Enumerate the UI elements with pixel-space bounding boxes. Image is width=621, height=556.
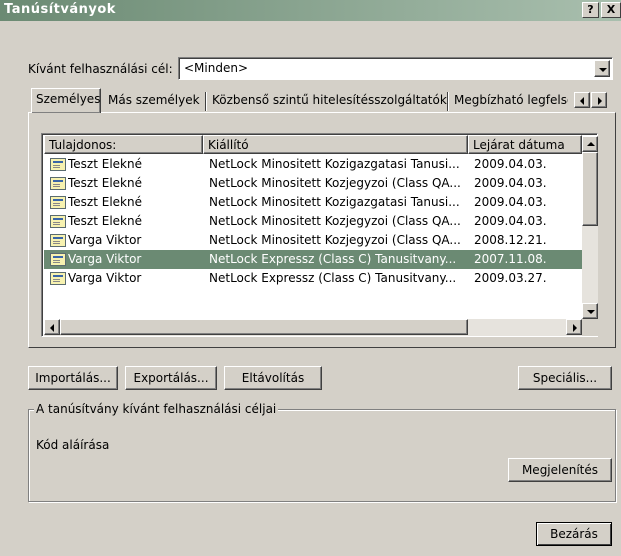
cell-expiry: 2009.04.03. <box>474 195 547 209</box>
table-row[interactable]: Teszt Elekné NetLock Minositett Kozigazga… <box>44 193 584 212</box>
scroll-up-button[interactable] <box>582 136 598 152</box>
cell-issuer: NetLock Expressz (Class C) Tanusitvany..… <box>209 252 457 266</box>
scroll-right-button[interactable] <box>566 319 582 335</box>
certificate-icon <box>50 215 66 228</box>
tab-trusted-root[interactable]: Megbízható legfelső <box>450 90 568 112</box>
chevron-down-icon <box>599 68 607 72</box>
horizontal-scroll-thumb[interactable] <box>60 319 468 335</box>
certificate-icon <box>50 158 66 171</box>
vertical-scroll-thumb[interactable] <box>582 152 598 226</box>
close-window-button[interactable]: X <box>601 2 621 18</box>
certificate-icon <box>50 234 66 247</box>
cell-owner: Teszt Elekné <box>68 176 142 190</box>
intended-purposes-value: Kód aláírása <box>36 438 110 452</box>
tab-label: Személyes <box>36 92 101 106</box>
table-row[interactable]: Teszt Elekné NetLock Minositett Kozjegyzo… <box>44 174 584 193</box>
chevron-right-icon <box>573 324 577 332</box>
cell-issuer: NetLock Minositett Kozigazgatasi Tanusi.… <box>209 157 460 171</box>
remove-button[interactable]: Eltávolítás <box>224 366 322 390</box>
cell-owner: Teszt Elekné <box>68 157 142 171</box>
list-horizontal-scrollbar[interactable] <box>44 319 582 336</box>
tab-label: Megbízható legfelső <box>454 93 568 107</box>
tab-separator <box>205 92 207 111</box>
tab-other-people[interactable]: Más személyek <box>104 90 204 112</box>
tab-intermediate-cas[interactable]: Közbenső szintű hitelesítésszolgáltatók <box>208 90 451 112</box>
purpose-combo[interactable]: <Minden> <box>178 57 613 80</box>
chevron-up-icon <box>587 142 595 146</box>
scroll-down-button[interactable] <box>582 303 598 319</box>
purpose-label: Kívánt felhasználási cél: <box>28 62 173 76</box>
chevron-down-icon <box>587 310 595 314</box>
scroll-left-button[interactable] <box>44 319 60 335</box>
table-row[interactable]: Varga Viktor NetLock Minositett Kozjegyzo… <box>44 231 584 250</box>
import-button[interactable]: Importálás... <box>28 366 118 390</box>
cell-expiry: 2009.04.03. <box>474 176 547 190</box>
scrollbar-corner <box>582 319 598 336</box>
cell-expiry: 2008.12.21. <box>474 233 547 247</box>
column-header-issuer[interactable]: Kiállító <box>203 135 468 154</box>
advanced-button[interactable]: Speciális... <box>518 366 612 390</box>
cell-issuer: NetLock Expressz (Class C) Tanusitvany..… <box>209 271 457 285</box>
purpose-value: <Minden> <box>184 61 249 75</box>
cell-owner: Varga Viktor <box>68 271 142 285</box>
tabs-scroll-right-button[interactable] <box>591 92 607 108</box>
cell-issuer: NetLock Minositett Kozjegyzoi (Class QA.… <box>209 176 461 190</box>
certificate-icon <box>50 177 66 190</box>
intended-purposes-group <box>28 409 616 502</box>
cell-owner: Teszt Elekné <box>68 195 142 209</box>
table-row[interactable]: Teszt Elekné NetLock Minositett Kozigazga… <box>44 155 584 174</box>
cell-expiry: 2009.04.03. <box>474 214 547 228</box>
cell-expiry: 2009.03.27. <box>474 271 547 285</box>
title-bar[interactable]: Tanúsítványok ? X <box>0 0 621 21</box>
column-header-owner[interactable]: Tulajdonos: <box>44 135 203 154</box>
column-header-expiry[interactable]: Lejárat dátuma <box>468 135 582 154</box>
tab-separator <box>447 92 449 111</box>
chevron-left-icon <box>580 97 584 105</box>
certificate-icon <box>50 196 66 209</box>
export-button[interactable]: Exportálás... <box>125 366 217 390</box>
cell-expiry: 2007.11.08. <box>474 252 547 266</box>
tabs-scroll-left-button[interactable] <box>574 92 590 108</box>
chevron-right-icon <box>598 97 602 105</box>
table-row[interactable]: Varga Viktor NetLock Expressz (Class C) T… <box>44 250 584 269</box>
close-button[interactable]: Bezárás <box>536 522 612 546</box>
tab-label: Közbenső szintű hitelesítésszolgáltatók <box>212 93 447 107</box>
tab-label: Más személyek <box>108 93 200 107</box>
cell-owner: Teszt Elekné <box>68 214 142 228</box>
table-row[interactable]: Teszt Elekné NetLock Minositett Kozjegyzo… <box>44 212 584 231</box>
help-button[interactable]: ? <box>582 2 599 18</box>
table-row[interactable]: Varga Viktor NetLock Expressz (Class C) T… <box>44 269 584 288</box>
view-button[interactable]: Megjelenítés <box>508 458 612 482</box>
cell-issuer: NetLock Minositett Kozjegyzoi (Class QA.… <box>209 233 461 247</box>
cell-issuer: NetLock Minositett Kozigazgatasi Tanusi.… <box>209 195 460 209</box>
tab-personal[interactable]: Személyes <box>31 88 101 113</box>
purpose-dropdown-button[interactable] <box>594 60 610 77</box>
cell-owner: Varga Viktor <box>68 233 142 247</box>
cell-owner: Varga Viktor <box>68 252 142 266</box>
certificate-list[interactable]: Tulajdonos: Kiállító Lejárat dátuma Tesz… <box>41 133 598 337</box>
certificate-icon <box>50 272 66 285</box>
list-vertical-scrollbar[interactable] <box>582 136 598 319</box>
intended-purposes-title: A tanúsítvány kívánt felhasználási célja… <box>34 402 279 416</box>
window-title: Tanúsítványok <box>4 2 116 17</box>
cell-issuer: NetLock Minositett Kozjegyzoi (Class QA.… <box>209 214 461 228</box>
cell-expiry: 2009.04.03. <box>474 157 547 171</box>
chevron-left-icon <box>50 324 54 332</box>
certificate-icon <box>50 253 66 266</box>
